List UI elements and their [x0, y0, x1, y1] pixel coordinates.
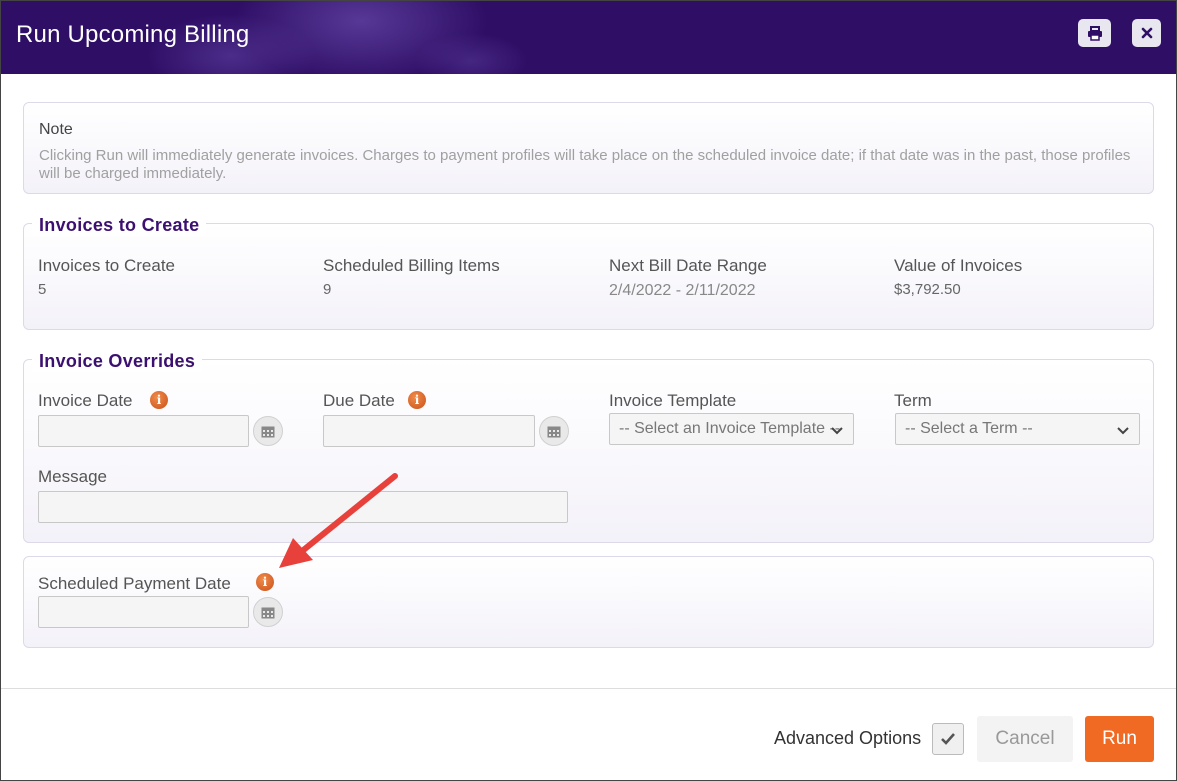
scheduled-billing-items-value: 9	[323, 281, 332, 298]
section-title: Invoices to Create	[32, 215, 207, 236]
invoice-date-calendar-button[interactable]	[253, 416, 283, 446]
message-label: Message	[38, 467, 107, 486]
footer-divider	[1, 688, 1176, 689]
scheduled-payment-section: Scheduled Payment Date i	[23, 556, 1154, 648]
printer-icon	[1087, 25, 1102, 41]
chevron-down-icon	[1117, 427, 1129, 435]
print-button[interactable]	[1078, 19, 1111, 47]
invoice-date-input[interactable]	[38, 415, 249, 447]
note-text: Clicking Run will immediately generate i…	[39, 147, 1131, 182]
close-button[interactable]	[1132, 19, 1161, 47]
annotation-arrow	[279, 473, 398, 568]
term-label: Term	[894, 391, 932, 410]
scheduled-payment-date-input[interactable]	[38, 596, 249, 628]
advanced-options-label: Advanced Options	[774, 728, 922, 748]
next-bill-date-range-label: Next Bill Date Range	[609, 256, 767, 275]
calendar-icon	[261, 607, 275, 618]
note-panel: Note Clicking Run will immediately gener…	[23, 102, 1154, 194]
dialog-title: Run Upcoming Billing	[16, 21, 250, 48]
value-of-invoices-value: $3,792.50	[894, 281, 961, 298]
term-selected: -- Select a Term --	[905, 420, 1033, 437]
dialog-header: Run Upcoming Billing	[1, 1, 1176, 74]
invoices-to-create-value: 5	[38, 281, 47, 298]
due-date-calendar-button[interactable]	[539, 416, 569, 446]
invoice-overrides-section: Invoice Overrides Invoice Date i Due Dat…	[23, 351, 1154, 543]
calendar-icon	[547, 426, 561, 437]
chevron-down-icon	[831, 427, 843, 435]
calendar-icon	[261, 426, 275, 437]
scheduled-payment-date-calendar-button[interactable]	[253, 597, 283, 627]
invoice-template-select[interactable]: -- Select an Invoice Template --	[609, 413, 854, 445]
note-title: Note	[39, 121, 73, 138]
value-of-invoices-label: Value of Invoices	[894, 256, 1023, 275]
invoice-template-label: Invoice Template	[609, 391, 737, 410]
invoices-summary-section: Invoices to Create Invoices to Create 5 …	[23, 215, 1154, 330]
advanced-options-checkbox[interactable]	[932, 723, 964, 755]
due-date-label: Due Date	[323, 391, 395, 410]
check-icon	[941, 733, 955, 745]
info-icon[interactable]: i	[150, 391, 168, 409]
scheduled-billing-items-label: Scheduled Billing Items	[323, 256, 500, 275]
run-upcoming-billing-dialog: Run Upcoming Billing Note Clicking Run w…	[0, 0, 1177, 781]
cancel-button[interactable]: Cancel	[977, 716, 1073, 762]
close-icon	[1141, 27, 1152, 39]
term-select[interactable]: -- Select a Term --	[895, 413, 1140, 445]
invoice-date-label: Invoice Date	[38, 391, 133, 410]
invoice-template-selected: -- Select an Invoice Template --	[619, 420, 841, 437]
invoices-to-create-label: Invoices to Create	[38, 256, 176, 275]
info-icon[interactable]: i	[408, 391, 426, 409]
next-bill-date-range-value: 2/4/2022 - 2/11/2022	[609, 282, 756, 299]
run-button[interactable]: Run	[1085, 716, 1154, 762]
scheduled-payment-date-label: Scheduled Payment Date	[38, 574, 231, 593]
due-date-input[interactable]	[323, 415, 535, 447]
section-title: Invoice Overrides	[32, 351, 203, 372]
